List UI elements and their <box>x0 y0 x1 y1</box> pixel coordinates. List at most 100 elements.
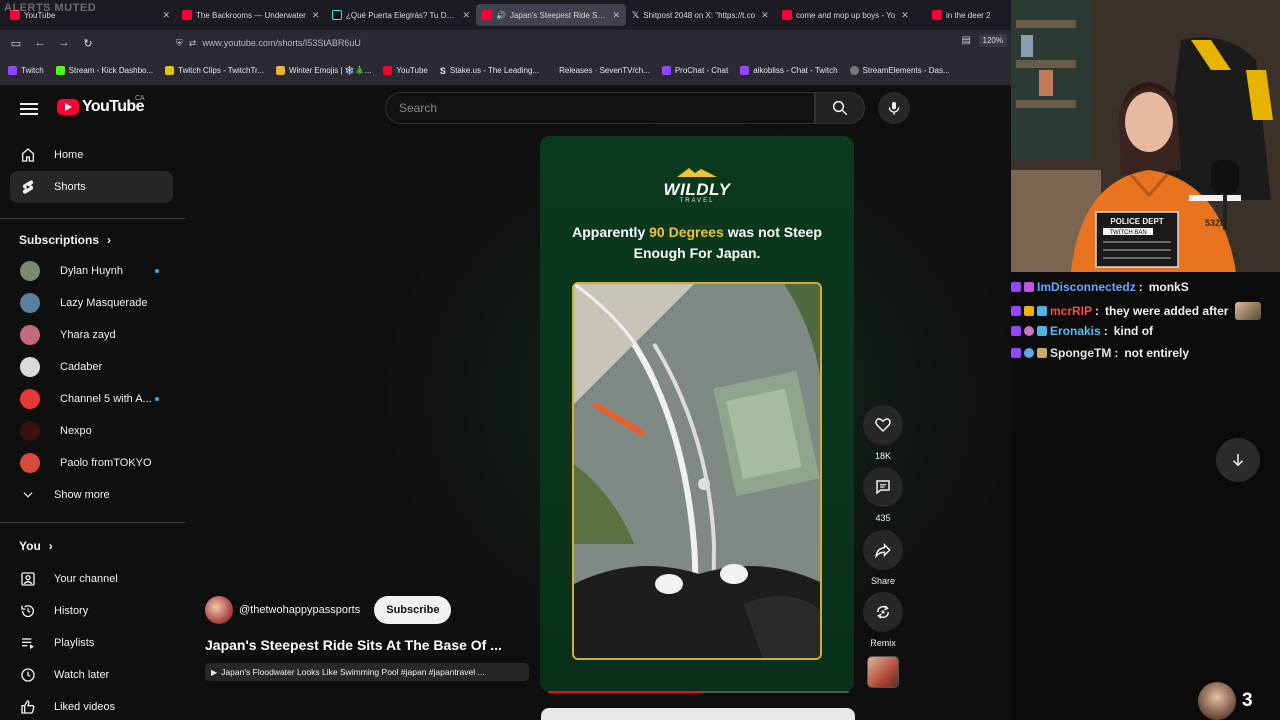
short-title[interactable]: Japan's Steepest Ride Sits At The Base O… <box>205 637 525 653</box>
tab-4[interactable]: 𝕏 Shitpost 2048 on X: "https://t.co ✕ <box>626 0 776 30</box>
chevron-down-icon <box>20 487 36 503</box>
subscription-item[interactable]: Dylan Huynh <box>10 255 173 287</box>
comments-button[interactable] <box>863 467 903 507</box>
bookmark-9[interactable]: StreamElements - Das... <box>849 66 950 75</box>
channel-avatar <box>20 421 40 441</box>
channel-name: Paolo fromTOKYO <box>60 457 152 469</box>
close-tab-icon[interactable]: ✕ <box>612 10 620 21</box>
tab-5[interactable]: come and mop up boys - Yo ✕ <box>776 0 926 30</box>
youtube-logo[interactable]: YouTube CA <box>57 95 145 116</box>
voice-search-button[interactable] <box>878 92 910 124</box>
subscriptions-heading[interactable]: Subscriptions › <box>19 233 111 247</box>
x-favicon-icon: 𝕏 <box>632 9 640 20</box>
comment-action[interactable]: 435 <box>863 467 903 523</box>
remix-button[interactable] <box>863 592 903 632</box>
chat-username[interactable]: mcrRIP <box>1050 304 1092 318</box>
tab-1[interactable]: The Backrooms — Underwater ✕ <box>176 0 326 30</box>
sidebar-item-playlists[interactable]: Playlists <box>10 627 173 659</box>
bookmark-8[interactable]: aikobliss - Chat - Twitch <box>740 66 838 75</box>
address-bar[interactable]: ⛨ ⇄ www.youtube.com/shorts/I53StABR6uU <box>176 34 1006 52</box>
url-text[interactable]: www.youtube.com/shorts/I53StABR6uU <box>202 38 361 48</box>
playlists-icon <box>20 635 36 651</box>
sidebar-item-shorts[interactable]: Shorts <box>10 171 173 203</box>
chat-colon: : <box>1138 280 1143 294</box>
like-button[interactable] <box>863 405 903 445</box>
video-progress-bar[interactable] <box>548 691 849 693</box>
twitch-icon <box>661 66 671 75</box>
close-tab-icon[interactable]: ✕ <box>162 10 170 21</box>
streamelements-icon <box>849 66 859 75</box>
share-button[interactable] <box>863 530 903 570</box>
close-tab-icon[interactable]: ✕ <box>901 10 909 21</box>
back-icon[interactable]: ← <box>28 37 52 49</box>
thumbs-badge-icon <box>1024 306 1034 316</box>
bookmark-0[interactable]: Twitch <box>8 66 44 75</box>
subscription-item[interactable]: Nexpo <box>10 415 173 447</box>
bookmark-4[interactable]: YouTube <box>383 66 428 75</box>
bookmark-6[interactable]: Releases · SevenTV/ch... <box>559 66 650 75</box>
search-input[interactable]: Search <box>385 92 815 124</box>
bookmark-label: YouTube <box>396 66 428 75</box>
tab-title: Shitpost 2048 on X: "https://t.co <box>643 10 756 20</box>
sound-thumbnail[interactable] <box>867 656 899 688</box>
twitchtracker-icon <box>165 66 175 75</box>
sidebar-item-liked-videos[interactable]: Liked videos <box>10 691 173 720</box>
forward-icon[interactable]: → <box>52 37 76 49</box>
chat-colon: : <box>1095 304 1100 318</box>
close-tab-icon[interactable]: ✕ <box>462 10 470 21</box>
chat-username[interactable]: ImDisconnectedz <box>1037 280 1136 294</box>
show-more-button[interactable]: Show more <box>10 479 173 511</box>
permissions-icon[interactable]: ⇄ <box>189 38 197 49</box>
chat-username[interactable]: Eronakis <box>1050 324 1101 338</box>
subscription-item[interactable]: Channel 5 with A... <box>10 383 173 415</box>
bookmark-7[interactable]: ProChat - Chat <box>661 66 729 75</box>
share-action[interactable]: Share <box>863 530 903 586</box>
subscription-item[interactable]: Lazy Masquerade <box>10 287 173 319</box>
brand-name: WILDLY <box>663 180 731 199</box>
sidebar-toggle-icon[interactable]: ▭ <box>4 37 28 50</box>
tab-2[interactable]: ¿Qué Puerta Elegirás? Tu Destin ✕ <box>326 0 476 30</box>
close-tab-icon[interactable]: ✕ <box>761 10 769 21</box>
bookmarks-bar: Twitch Stream - Kick Dashbo... Twitch Cl… <box>0 56 1011 86</box>
bookmark-3[interactable]: Winter Emojis | ❄️🎄... <box>275 66 371 75</box>
audio-playing-icon[interactable]: 🔊 <box>496 11 506 20</box>
sidebar-item-home[interactable]: Home <box>10 139 173 171</box>
crown-badge-icon <box>1037 306 1047 316</box>
next-short-preview[interactable] <box>541 708 855 720</box>
you-heading[interactable]: You › <box>19 539 53 553</box>
scroll-down-button[interactable] <box>1216 438 1260 482</box>
remix-action[interactable]: Remix <box>863 592 903 648</box>
reload-icon[interactable]: ↻ <box>76 37 100 50</box>
sidebar-item-your-channel[interactable]: Your channel <box>10 563 173 595</box>
bookmark-label: ProChat - Chat <box>674 66 729 75</box>
bookmark-5[interactable]: S Stake.us - The Leading... <box>440 66 539 76</box>
bookmark-1[interactable]: Stream - Kick Dashbo... <box>55 66 153 75</box>
clock-icon <box>20 667 36 683</box>
channel-icon <box>20 571 36 587</box>
like-action[interactable]: 18K <box>863 405 903 461</box>
bookmark-2[interactable]: Twitch Clips - TwitchTr... <box>165 66 264 75</box>
subscription-item[interactable]: Paolo fromTOKYO <box>10 447 173 479</box>
zoom-level[interactable]: 120% <box>978 34 1007 47</box>
subscribe-button[interactable]: Subscribe <box>374 596 452 624</box>
sidebar-item-history[interactable]: History <box>10 595 173 627</box>
video-frame[interactable] <box>572 282 822 660</box>
shield-icon[interactable]: ⛨ <box>176 38 183 49</box>
sidebar-item-watch-later[interactable]: Watch later <box>10 659 173 691</box>
tab-title: Japan's Steepest Ride Sits A <box>509 10 607 20</box>
related-video-link[interactable]: ▶ Japan's Floodwater Looks Like Swimming… <box>205 663 529 681</box>
channel-avatar[interactable] <box>205 596 233 624</box>
channel-handle[interactable]: @thetwohappypassports <box>239 604 360 616</box>
stake-icon: S <box>439 65 446 76</box>
menu-icon[interactable] <box>20 100 38 118</box>
shorts-player[interactable]: WILDLY TRAVEL Apparently 90 Degrees was … <box>540 136 854 692</box>
tab-6[interactable]: in the deer 2 <box>926 0 1001 30</box>
chat-username[interactable]: SpongeTM <box>1050 346 1111 360</box>
subscription-item[interactable]: Yhara zayd <box>10 319 173 351</box>
close-tab-icon[interactable]: ✕ <box>312 10 320 21</box>
subscription-item[interactable]: Cadaber <box>10 351 173 383</box>
search-button[interactable] <box>815 92 865 124</box>
tab-3-active[interactable]: 🔊 Japan's Steepest Ride Sits A ✕ <box>476 4 626 26</box>
reader-view-icon[interactable]: ▤ <box>962 35 971 46</box>
browser-tab-bar: YouTube ✕ The Backrooms — Underwater ✕ ¿… <box>0 0 1011 30</box>
